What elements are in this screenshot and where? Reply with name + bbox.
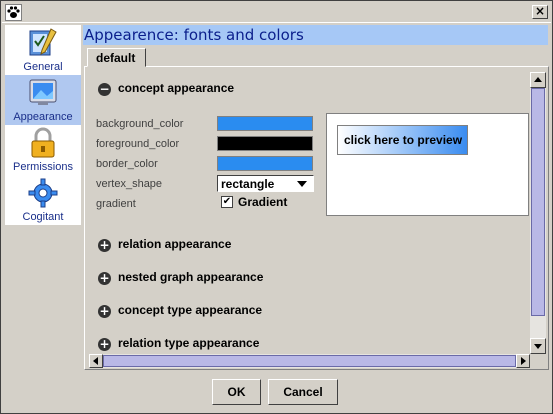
expand-icon: + [98,337,111,351]
section-label: concept appearance [118,81,235,95]
section-label: relation appearance [118,237,232,251]
background-color-swatch[interactable] [217,116,313,131]
section-label: relation type appearance [118,336,260,350]
vertical-scroll-thumb[interactable] [531,88,545,316]
sidebar: General Appearance Permissions Cogitant [5,25,81,225]
title-bar: × [2,2,551,23]
collapse-icon: − [98,82,111,96]
arrow-down-icon [534,344,542,349]
horizontal-scrollbar[interactable] [89,354,530,368]
cancel-button[interactable]: Cancel [268,379,338,405]
foreground-color-label: foreground_color [96,138,180,150]
foreground-color-swatch[interactable] [217,136,313,151]
section-label: nested graph appearance [118,270,264,284]
close-button[interactable]: × [532,5,548,19]
scroll-down-button[interactable] [530,338,546,354]
border-color-label: border_color [96,158,158,170]
tab-label: default [96,51,136,65]
scroll-left-button[interactable] [89,354,103,368]
gradient-label: gradient [96,198,136,210]
section-header: Appearence: fonts and colors [83,25,548,45]
sidebar-item-general[interactable]: General [5,25,81,75]
horizontal-scroll-thumb[interactable] [103,355,516,367]
vertex-shape-label: vertex_shape [96,178,163,190]
paw-icon [5,4,22,21]
scroll-up-button[interactable] [530,72,546,88]
appearance-monitor-icon [27,77,59,109]
sidebar-item-appearance[interactable]: Appearance [5,75,81,125]
sidebar-item-cogitant[interactable]: Cogitant [5,175,81,225]
sidebar-item-label: General [23,61,63,73]
general-pen-icon [27,27,59,59]
vertex-shape-select[interactable]: rectangle [217,175,314,192]
padlock-icon [27,127,59,159]
section-label: concept type appearance [118,303,263,317]
gradient-checkbox[interactable]: ✔ [221,196,233,208]
preview-panel: click here to preview [326,113,529,216]
arrow-right-icon [521,357,526,365]
expand-icon: + [98,271,111,285]
ok-button[interactable]: OK [212,379,261,405]
tab-default[interactable]: default [87,48,146,67]
vertical-scrollbar[interactable] [530,72,546,354]
appearance-scroll-area: − concept appearance background_color fo… [89,72,530,354]
vertex-shape-value: rectangle [221,177,275,191]
border-color-swatch[interactable] [217,156,313,171]
gradient-checkbox-label: Gradient [238,195,288,209]
preview-button[interactable]: click here to preview [337,125,468,155]
expand-icon: + [98,304,111,318]
arrow-up-icon [534,77,542,82]
arrow-left-icon [93,357,98,365]
sidebar-item-label: Appearance [13,111,73,123]
page-title: Appearence: fonts and colors [84,26,304,44]
sidebar-item-label: Permissions [13,161,73,173]
gear-icon [27,177,59,209]
background-color-label: background_color [96,118,184,130]
chevron-down-icon [297,181,307,187]
sidebar-item-label: Cogitant [22,211,64,223]
expand-icon: + [98,238,111,252]
scroll-right-button[interactable] [516,354,530,368]
sidebar-item-permissions[interactable]: Permissions [5,125,81,175]
